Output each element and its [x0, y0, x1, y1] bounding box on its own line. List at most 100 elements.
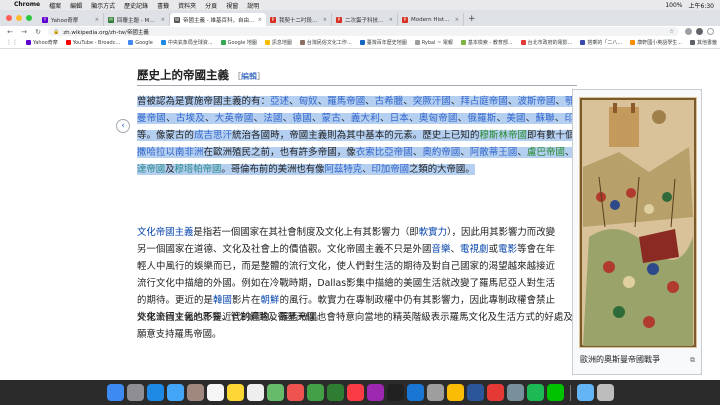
dock-preview-icon[interactable] [506, 384, 524, 401]
bookmark-item[interactable]: 台北市政府的電影... [520, 39, 572, 46]
battery-icon[interactable]: 100% [665, 2, 682, 9]
browser-tab[interactable]: P我契十二吋段｜半的金屬× [266, 13, 332, 26]
browser-tab[interactable]: P二次蛋子科技革命—量子電腦與...× [332, 13, 398, 26]
address-bar[interactable]: 🔒 zh.wikipedia.org/zh-tw/帝國主義 ☆ [48, 27, 679, 36]
ottoman-war-thumbnail[interactable]: 歐洲的奧斯曼帝國戰爭 ⧉ [572, 89, 702, 375]
menu-item[interactable]: 說明 [247, 1, 259, 10]
dock-launchpad-icon[interactable] [126, 384, 144, 401]
wiki-link[interactable]: 奧約帝國 [422, 147, 460, 158]
browser-tab[interactable]: M回覆主題 - Mobile01× [104, 13, 170, 26]
wiki-link[interactable]: 盧巴帝國 [527, 147, 565, 158]
browser-tab[interactable]: Y Yahoo奇摩 × [38, 13, 104, 26]
collapse-sidebar-chevron-icon[interactable]: ‹ [116, 119, 130, 133]
dock-mail-icon[interactable] [166, 384, 184, 401]
bookmark-item[interactable]: 台灣民俗文化工作... [299, 39, 352, 46]
menu-item[interactable]: 歷史記錄 [124, 1, 148, 10]
wiki-link[interactable]: 軟實力 [419, 227, 447, 238]
dock-spotify-icon[interactable] [526, 384, 544, 401]
wiki-link[interactable]: 突厥汗國 [413, 96, 451, 107]
bookmark-item[interactable]: 臺灣百年歷史地圖 [359, 39, 407, 46]
dock-music-icon[interactable] [346, 384, 364, 401]
wiki-link[interactable]: 穆塔帕帝國 [175, 164, 222, 175]
dock-word-icon[interactable] [466, 384, 484, 401]
bookmark-item[interactable]: YouTube - Broadc... [65, 39, 120, 46]
tab-close-icon[interactable]: × [323, 17, 327, 23]
wiki-link[interactable]: 成吉思汗 [194, 130, 232, 141]
menu-item[interactable]: 資料夾 [178, 1, 196, 10]
wiki-link[interactable]: 古埃及 [176, 113, 205, 124]
new-tab-button[interactable]: + [464, 13, 480, 26]
tab-close-icon[interactable]: × [161, 17, 165, 23]
tab-close-icon[interactable]: × [95, 17, 99, 23]
wiki-link[interactable]: 羅馬帝國 [327, 96, 365, 107]
bookmark-item[interactable]: Google [128, 39, 153, 46]
dock-maps-icon[interactable] [266, 384, 284, 401]
close-window-button[interactable] [6, 15, 12, 21]
wiki-link[interactable]: 法國 [263, 113, 282, 124]
wiki-link[interactable]: 電影 [498, 244, 517, 255]
enlarge-icon[interactable]: ⧉ [690, 356, 695, 365]
wiki-link[interactable]: 阿茲特克 [325, 164, 363, 175]
wiki-link[interactable]: 亞述 [270, 96, 289, 107]
wiki-link[interactable]: 穆斯林帝國 [479, 130, 527, 141]
menu-item[interactable]: 視窗 [226, 1, 238, 10]
wiki-link[interactable]: 德國 [293, 113, 312, 124]
menu-item[interactable]: 書籤 [157, 1, 169, 10]
wiki-link[interactable]: 美國 [506, 113, 525, 124]
menu-item[interactable]: 顯示方式 [91, 1, 115, 10]
browser-tab[interactable]: W帝國主義 - 維基百科，自由的百科全書× [170, 13, 266, 26]
dock-chrome-icon[interactable] [446, 384, 464, 401]
dock-settings-icon[interactable] [426, 384, 444, 401]
wiki-link[interactable]: 古希臘 [375, 96, 404, 107]
dock-finder-icon[interactable] [106, 384, 124, 401]
wiki-link[interactable]: 印加帝國 [371, 164, 409, 175]
tab-close-icon[interactable]: × [389, 17, 393, 23]
wiki-link[interactable]: 電視劇 [460, 244, 489, 255]
bookmark-item[interactable]: 基本檢索 - 教育部... [460, 39, 513, 46]
dock-messages-icon[interactable] [306, 384, 324, 401]
bookmark-star-icon[interactable]: ☆ [669, 29, 674, 35]
wiki-link[interactable]: 蘇聯 [535, 113, 554, 124]
menu-item[interactable]: Chrome [14, 1, 40, 10]
dock-notes-icon[interactable] [226, 384, 244, 401]
back-button[interactable]: ← [6, 28, 14, 36]
bookmark-item[interactable]: Google 地圖 [220, 39, 257, 46]
wiki-link[interactable]: 義大利 [351, 113, 380, 124]
wiki-link[interactable]: 蒙古 [322, 113, 341, 124]
dock-reminders-icon[interactable] [246, 384, 264, 401]
dock-safari-icon[interactable] [146, 384, 164, 401]
dock-trash-icon[interactable] [596, 384, 614, 401]
dock-line-icon[interactable] [546, 384, 564, 401]
wiki-link[interactable]: 文化帝國主義 [137, 227, 193, 238]
wiki-link[interactable]: 俄羅斯 [467, 113, 496, 124]
ottoman-miniature-painting[interactable] [579, 97, 697, 348]
menu-kebab-icon[interactable] [707, 28, 714, 35]
dock-tv-icon[interactable] [386, 384, 404, 401]
wiki-link[interactable]: 衣索比亞帝國 [356, 147, 413, 158]
edit-section-link[interactable]: ［編輯］ [233, 72, 265, 81]
browser-tab[interactable]: PModern Historian XXI Century× [398, 13, 464, 26]
bookmark-item[interactable]: 康軒國小英語學生... [630, 39, 682, 46]
tab-close-icon[interactable]: × [258, 17, 262, 23]
dock-contacts-icon[interactable] [186, 384, 204, 401]
lock-icon[interactable]: 🔒 [53, 29, 59, 35]
wiki-link[interactable]: 音樂 [432, 244, 451, 255]
reload-button[interactable]: ↻ [34, 28, 42, 36]
wiki-link[interactable]: 匈奴 [299, 96, 318, 107]
menu-item[interactable]: 分頁 [205, 1, 217, 10]
dock-app-store-icon[interactable] [406, 384, 424, 401]
dock-finder-folder-icon[interactable] [576, 384, 594, 401]
bookmark-item[interactable]: 訊息地圖 [264, 39, 292, 46]
minimize-window-button[interactable] [16, 15, 22, 21]
wiki-link[interactable]: 朝鮮 [261, 295, 280, 306]
tab-close-icon[interactable]: × [455, 17, 459, 23]
forward-button[interactable]: → [20, 28, 28, 36]
wiki-link[interactable]: 日本 [390, 113, 409, 124]
dock-facetime-icon[interactable] [326, 384, 344, 401]
dock-podcasts-icon[interactable] [366, 384, 384, 401]
dock-photos-icon[interactable] [286, 384, 304, 401]
wiki-link[interactable]: 波斯帝國 [517, 96, 555, 107]
bookmark-item[interactable]: Yahoo奇摩 [26, 39, 58, 46]
wiki-link[interactable]: 阿散蒂王國 [470, 147, 518, 158]
dock-pdf-icon[interactable] [486, 384, 504, 401]
